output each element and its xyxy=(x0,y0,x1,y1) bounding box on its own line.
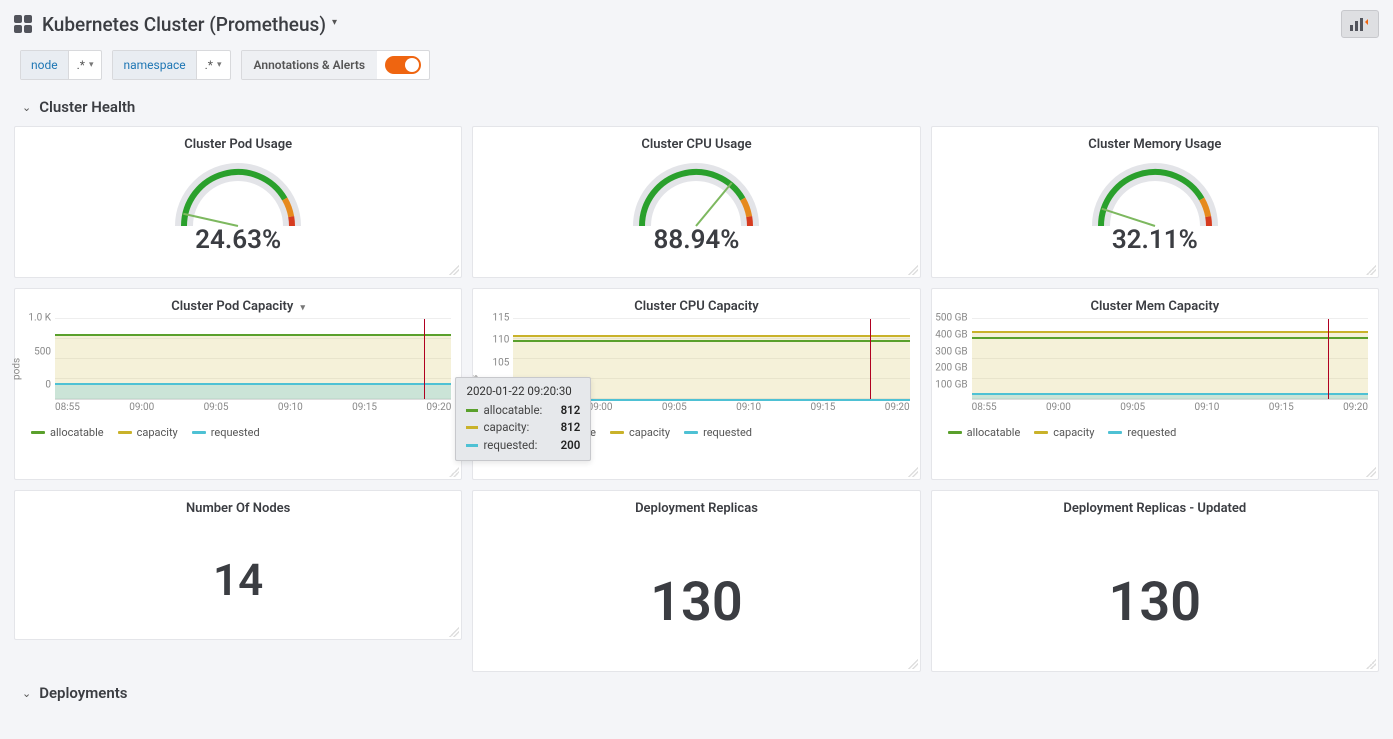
variable-node-label: node xyxy=(21,51,69,79)
resize-handle-icon[interactable] xyxy=(908,659,918,669)
section-cluster-health[interactable]: ⌄ Cluster Health xyxy=(0,92,1393,120)
page-header: Kubernetes Cluster (Prometheus) ▾ xyxy=(0,0,1393,46)
panel-cluster-memory-usage[interactable]: Cluster Memory Usage 32.11% xyxy=(931,126,1379,278)
stat-value: 130 xyxy=(1109,571,1202,634)
tooltip-row: requested: 200 xyxy=(466,437,580,454)
section-label: Deployments xyxy=(39,684,127,702)
resize-handle-icon[interactable] xyxy=(908,265,918,275)
variable-namespace-label: namespace xyxy=(113,51,196,79)
panel-title: Deployment Replicas xyxy=(473,491,919,520)
panel-deployment-replicas[interactable]: Deployment Replicas 130 xyxy=(472,490,920,672)
legend-item[interactable]: capacity xyxy=(1034,426,1094,439)
panel-title: Cluster Pod Usage xyxy=(15,127,461,156)
panel-cluster-cpu-usage[interactable]: Cluster CPU Usage 88.94% xyxy=(472,126,920,278)
chart[interactable]: 500 GB400 GB300 GB200 GB100 GB08:5509:00… xyxy=(972,318,1368,418)
section-deployments[interactable]: ⌄ Deployments xyxy=(0,678,1393,706)
panel-title: Deployment Replicas - Updated xyxy=(932,491,1378,520)
stat-value: 130 xyxy=(650,571,743,634)
variable-node-value[interactable]: .* ▾ xyxy=(69,51,102,79)
gauge-value: 32.11% xyxy=(1112,225,1198,255)
panel-number-of-nodes[interactable]: Number Of Nodes 14 xyxy=(14,490,462,640)
panel-cluster-pod-usage[interactable]: Cluster Pod Usage 24.63% xyxy=(14,126,462,278)
chevron-down-icon: ▾ xyxy=(89,60,94,70)
panel-cluster-pod-capacity[interactable]: Cluster Pod Capacity ▾ pods 1.0 K500008:… xyxy=(14,288,462,480)
panel-title: Cluster Mem Capacity xyxy=(932,289,1378,318)
resize-handle-icon[interactable] xyxy=(449,467,459,477)
variable-toolbar: node .* ▾ namespace .* ▾ Annotations & A… xyxy=(0,46,1393,92)
panel-grid: Cluster Pod Usage 24.63% Cluster CPU Usa… xyxy=(0,120,1393,678)
stat-value: 14 xyxy=(213,554,263,606)
panel-title: Cluster Pod Capacity ▾ xyxy=(15,289,461,318)
panel-title: Cluster CPU Capacity xyxy=(473,289,919,318)
panel-title: Cluster Memory Usage xyxy=(932,127,1378,156)
gauge-value: 24.63% xyxy=(195,225,281,255)
chevron-down-icon: ▾ xyxy=(217,60,222,70)
annotations-label: Annotations & Alerts xyxy=(242,51,378,79)
annotations-toggle[interactable] xyxy=(385,56,421,74)
resize-handle-icon[interactable] xyxy=(908,467,918,477)
resize-handle-icon[interactable] xyxy=(449,265,459,275)
chart-tooltip: 2020-01-22 09:20:30 allocatable: 812 cap… xyxy=(455,377,591,461)
resize-handle-icon[interactable] xyxy=(1366,265,1376,275)
legend-item[interactable]: requested xyxy=(192,426,260,439)
chevron-down-icon[interactable]: ▾ xyxy=(332,17,337,28)
legend-item[interactable]: capacity xyxy=(610,426,670,439)
resize-handle-icon[interactable] xyxy=(1366,467,1376,477)
chevron-down-icon: ⌄ xyxy=(22,101,31,114)
gauge-value: 88.94% xyxy=(653,225,739,255)
section-label: Cluster Health xyxy=(39,98,135,116)
chart[interactable]: 1.0 K500008:5509:0009:0509:1009:1509:20 xyxy=(55,318,451,418)
panel-cluster-mem-capacity[interactable]: Cluster Mem Capacity 500 GB400 GB300 GB2… xyxy=(931,288,1379,480)
legend-item[interactable]: requested xyxy=(684,426,752,439)
page-title[interactable]: Kubernetes Cluster (Prometheus) xyxy=(42,13,326,36)
resize-handle-icon[interactable] xyxy=(449,627,459,637)
resize-handle-icon[interactable] xyxy=(1366,659,1376,669)
chart-legend: allocatable capacity requested xyxy=(932,418,1378,445)
chevron-down-icon: ⌄ xyxy=(22,687,31,700)
dashboard-icon xyxy=(14,15,32,33)
annotations-toggle-group: Annotations & Alerts xyxy=(241,50,431,80)
chart-legend: allocatable capacity requested xyxy=(15,418,461,445)
chevron-down-icon[interactable]: ▾ xyxy=(301,303,306,313)
tooltip-row: allocatable: 812 xyxy=(466,402,580,419)
panel-deployment-replicas-updated[interactable]: Deployment Replicas - Updated 130 xyxy=(931,490,1379,672)
cycle-view-button[interactable] xyxy=(1341,10,1379,38)
legend-item[interactable]: allocatable xyxy=(31,426,104,439)
variable-node[interactable]: node .* ▾ xyxy=(20,50,102,80)
panel-title: Number Of Nodes xyxy=(15,491,461,520)
tooltip-row: capacity: 812 xyxy=(466,419,580,436)
tooltip-timestamp: 2020-01-22 09:20:30 xyxy=(466,384,580,398)
variable-namespace[interactable]: namespace .* ▾ xyxy=(112,50,230,80)
variable-namespace-value[interactable]: .* ▾ xyxy=(197,51,230,79)
legend-item[interactable]: allocatable xyxy=(948,426,1021,439)
panel-title: Cluster CPU Usage xyxy=(473,127,919,156)
legend-item[interactable]: requested xyxy=(1108,426,1176,439)
legend-item[interactable]: capacity xyxy=(118,426,178,439)
